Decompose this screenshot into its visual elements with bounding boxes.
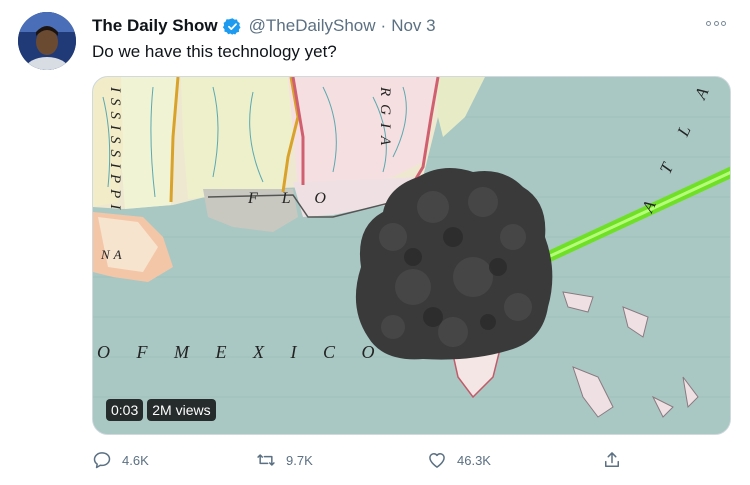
share-button[interactable] xyxy=(602,450,632,470)
avatar[interactable] xyxy=(18,12,76,70)
map-label-na: NA xyxy=(101,247,126,262)
avatar-image xyxy=(18,12,76,70)
video-timestamp: 0:03 xyxy=(106,399,144,421)
more-dot xyxy=(713,20,719,26)
tweet-text: Do we have this technology yet? xyxy=(92,42,337,61)
tweet-actions: 4.6K 9.7K 46.3K xyxy=(92,450,632,474)
share-icon xyxy=(605,452,619,467)
retweet-count: 9.7K xyxy=(286,452,313,468)
video-overlay: 0:03 2M views xyxy=(106,399,216,421)
map-illustration xyxy=(93,77,730,434)
reply-icon xyxy=(93,452,111,469)
map-label-gulf: O F M E X I C O xyxy=(97,342,386,362)
tweet-date[interactable]: Nov 3 xyxy=(391,16,435,36)
retweet-icon xyxy=(257,454,275,466)
view-count-badge: 2M views xyxy=(147,399,216,421)
heart-icon xyxy=(429,453,445,468)
reply-button[interactable]: 4.6K xyxy=(92,450,149,470)
reply-count: 4.6K xyxy=(122,452,149,468)
like-button[interactable]: 46.3K xyxy=(427,450,491,470)
map-label-georgia: RGIA xyxy=(377,87,393,154)
map-label-mississippi: ISSISSIPPI xyxy=(107,87,123,216)
retweet-button[interactable]: 9.7K xyxy=(256,450,313,470)
video-player[interactable]: ISSISSIPPI RGIA F L O A T L A O F M E X … xyxy=(92,76,731,435)
more-dot xyxy=(706,20,711,26)
more-options-icon[interactable] xyxy=(703,13,729,33)
verified-badge-icon xyxy=(222,17,241,35)
map-label-florida: F L O xyxy=(248,190,336,207)
like-count: 46.3K xyxy=(457,452,491,468)
more-dot xyxy=(721,20,726,26)
tweet-header: The Daily Show @TheDailyShow · Nov 3 xyxy=(92,15,436,37)
handle[interactable]: @TheDailyShow xyxy=(249,16,376,36)
display-name[interactable]: The Daily Show xyxy=(92,16,218,36)
separator-dot: · xyxy=(380,16,387,35)
